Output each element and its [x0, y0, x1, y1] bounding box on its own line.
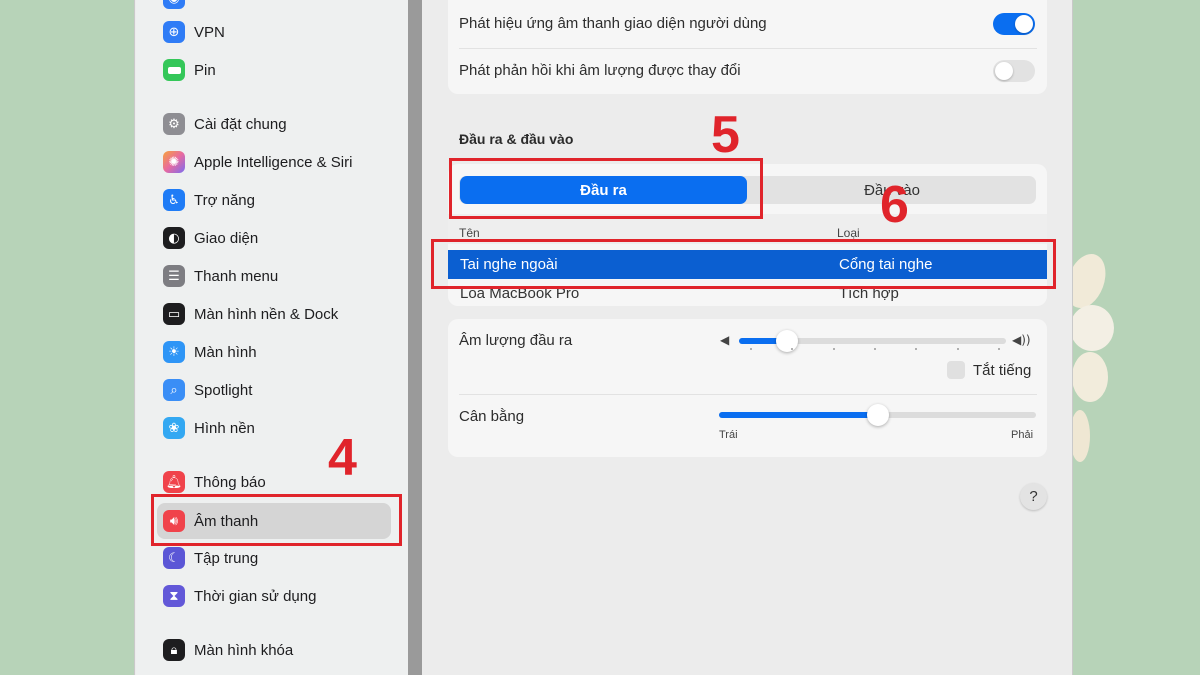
background-leaf — [1070, 305, 1114, 351]
row-separator — [459, 394, 1037, 395]
sidebar-item-label: Màn hình — [194, 343, 257, 361]
hourglass-icon: ⧗ — [163, 585, 185, 607]
menubar-icon: ☰ — [163, 265, 185, 287]
globe-icon: ⊕ — [163, 21, 185, 43]
sidebar-item-label: Giao diện — [194, 229, 259, 247]
mute-checkbox[interactable] — [947, 361, 965, 379]
volume-feedback-label: Phát phản hồi khi âm lượng được thay đổi — [459, 62, 741, 79]
volume-low-icon: ◀ — [720, 333, 730, 347]
sidebar-item-label: Apple Intelligence & Siri — [194, 153, 353, 171]
output-volume-label: Âm lượng đầu ra — [459, 332, 573, 349]
bell-icon: 🔔︎ — [163, 471, 185, 493]
background-leaf — [1070, 410, 1090, 462]
sidebar-item-label: Thanh menu — [194, 267, 279, 285]
sidebar-item-battery[interactable]: Pin — [163, 55, 216, 85]
lock-icon: 🔒︎ — [163, 639, 185, 661]
mute-label: Tắt tiếng — [973, 362, 1032, 379]
search-icon: ⌕ — [163, 379, 185, 401]
sidebar-item-wallpaper[interactable]: ❀ Hình nền — [163, 413, 255, 443]
sidebar-item-label: Spotlight — [194, 381, 253, 399]
annotation-box-device-row — [431, 239, 1056, 289]
sidebar-item-lock-screen[interactable]: 🔒︎ Màn hình khóa — [163, 635, 293, 665]
balance-slider-fill — [719, 412, 878, 418]
balance-left-label: Trái — [719, 429, 738, 441]
sidebar-item-display[interactable]: ☀ Màn hình — [163, 337, 257, 367]
section-title: Đầu ra & đầu vào — [459, 131, 574, 147]
wallpaper-icon: ❀ — [163, 417, 185, 439]
sidebar-item-label: Tập trung — [194, 549, 259, 567]
battery-icon — [163, 59, 185, 81]
sidebar-item-siri[interactable]: ✺ Apple Intelligence & Siri — [163, 147, 352, 177]
annotation-number-6: 6 — [880, 176, 909, 234]
sidebar-item-label: Màn hình khóa — [194, 641, 294, 659]
sidebar-item-notifications[interactable]: 🔔︎ Thông báo — [163, 467, 266, 497]
volume-high-icon: ◀)) — [1012, 333, 1031, 347]
sidebar-item-general[interactable]: ⚙ Cài đặt chung — [163, 109, 287, 139]
sidebar-item-label: VPN — [194, 23, 225, 41]
help-label: ? — [1029, 488, 1038, 505]
sidebar-item-appearance[interactable]: ◐ Giao diện — [163, 223, 258, 253]
sidebar-item-spotlight[interactable]: ⌕ Spotlight — [163, 375, 252, 405]
sidebar-item-label: Cài đặt chung — [194, 115, 287, 133]
background-leaf — [1072, 352, 1108, 402]
sidebar-item-focus[interactable]: ☾ Tập trung — [163, 543, 258, 573]
sidebar-item-label: Thông báo — [194, 473, 266, 491]
sidebar-item-label: Pin — [194, 61, 216, 79]
help-button[interactable]: ? — [1020, 483, 1047, 510]
toggle-knob — [1015, 15, 1033, 33]
sidebar-item-accessibility[interactable]: ♿ Trợ năng — [163, 185, 255, 215]
sidebar-item-desktop-dock[interactable]: ▭ Màn hình nền & Dock — [163, 299, 338, 329]
sidebar-item-label: Hình nền — [194, 419, 255, 437]
row-separator — [459, 48, 1037, 49]
annotation-number-4: 4 — [328, 429, 357, 487]
volume-ticks — [750, 348, 1000, 351]
annotation-box-sound — [151, 494, 402, 546]
ui-sound-effects-label: Phát hiệu ứng âm thanh giao diện người d… — [459, 15, 767, 32]
siri-icon: ✺ — [163, 151, 185, 173]
volume-slider[interactable] — [739, 330, 1006, 352]
toggle-knob — [995, 62, 1013, 80]
annotation-box-output-tab — [449, 158, 763, 219]
dock-icon: ▭ — [163, 303, 185, 325]
balance-label: Cân bằng — [459, 408, 525, 425]
sidebar-item-partial[interactable]: ◉ — [163, 0, 194, 13]
network-icon: ◉ — [163, 0, 185, 9]
sidebar-item-screen-time[interactable]: ⧗ Thời gian sử dụng — [163, 581, 316, 611]
appearance-icon: ◐ — [163, 227, 185, 249]
annotation-number-5: 5 — [711, 106, 740, 164]
moon-icon: ☾ — [163, 547, 185, 569]
volume-feedback-toggle[interactable] — [993, 60, 1035, 82]
sidebar-item-vpn[interactable]: ⊕ VPN — [163, 17, 225, 47]
sidebar-item-menubar[interactable]: ☰ Thanh menu — [163, 261, 278, 291]
sidebar-item-label: Màn hình nền & Dock — [194, 305, 339, 323]
balance-slider-knob[interactable] — [867, 404, 889, 426]
sidebar-item-label: Trợ năng — [194, 191, 255, 209]
sidebar-item-label: Thời gian sử dụng — [194, 587, 317, 605]
sidebar-divider — [408, 0, 422, 675]
accessibility-icon: ♿ — [163, 189, 185, 211]
balance-slider[interactable] — [719, 404, 1036, 426]
display-icon: ☀ — [163, 341, 185, 363]
ui-sound-effects-toggle[interactable] — [993, 13, 1035, 35]
column-header-type: Loại — [837, 226, 860, 240]
balance-right-label: Phải — [1011, 429, 1034, 441]
gear-icon: ⚙ — [163, 113, 185, 135]
column-header-name: Tên — [459, 226, 480, 240]
